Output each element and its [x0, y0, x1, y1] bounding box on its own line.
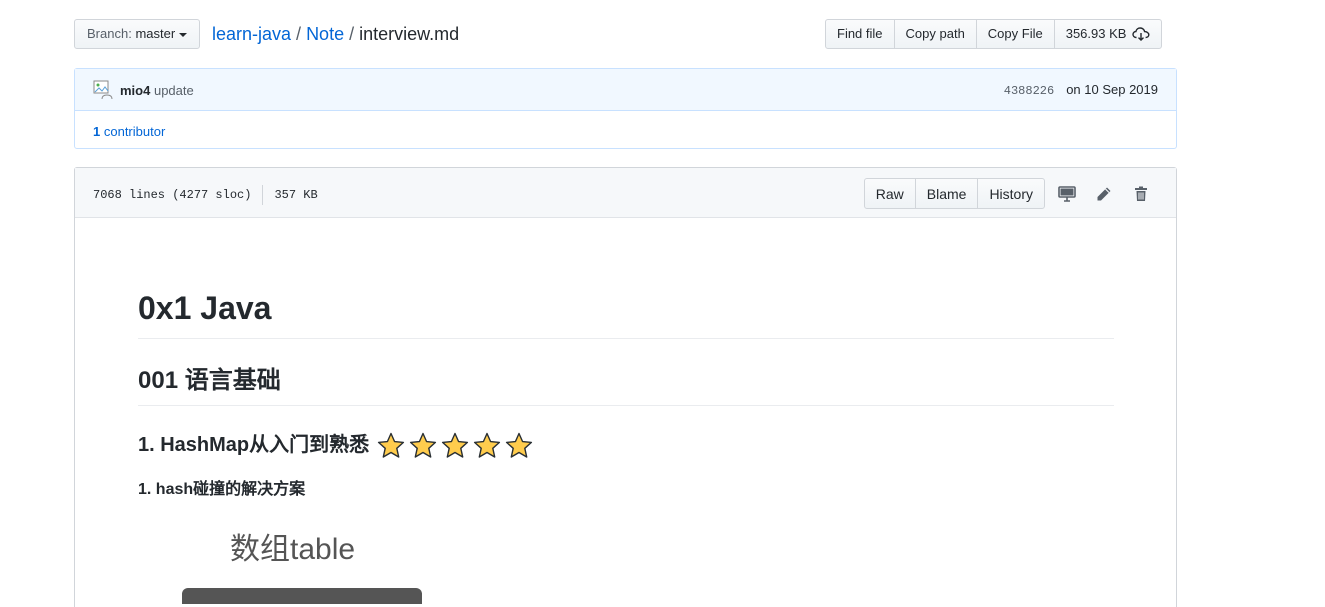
heading-3-text: 1. HashMap从入门到熟悉 [138, 434, 370, 456]
breadcrumb-separator: / [349, 24, 355, 44]
commit-header: mio4 update 4388226 on 10 Sep 2019 [75, 69, 1176, 111]
contributors-count: 1 [93, 124, 101, 139]
breadcrumb-repo-link[interactable]: learn-java [212, 24, 291, 44]
file-size: 357 KB [274, 188, 318, 202]
commit-message[interactable]: update [154, 83, 194, 98]
branch-prefix: Branch: [87, 26, 132, 41]
file-info-divider [262, 185, 264, 205]
heading-2: 001 语言基础 [138, 366, 1114, 406]
commit-summary: mio4 update [120, 83, 194, 99]
commit-tease: mio4 update 4388226 on 10 Sep 2019 1 cont… [74, 68, 1177, 149]
commit-sha-link[interactable]: 4388226 [1004, 84, 1054, 98]
file-viewer: 7068 lines (4277 sloc) 357 KB Raw Blame … [74, 167, 1177, 607]
file-navigation: Branch: master learn-java / Note / interview… [74, 19, 1177, 49]
avatar[interactable] [93, 80, 113, 100]
commit-meta: 4388226 on 10 Sep 2019 [1004, 82, 1158, 99]
hashmap-diagram-image: 数组table [178, 522, 438, 604]
heading-1: 0x1 Java [138, 288, 1114, 339]
breadcrumb-file-name: interview.md [359, 24, 460, 44]
star-rating [377, 432, 537, 459]
contributors-link[interactable]: 1 contributor [93, 124, 165, 139]
heading-3: 1. HashMap从入门到熟悉 [138, 430, 1114, 460]
heading-4: 1. hash碰撞的解决方案 [138, 481, 306, 498]
caret-down-icon [179, 32, 188, 37]
commit-author-link[interactable]: mio4 [120, 83, 150, 98]
file-nav-button-group: Find file Copy path Copy File 356.93 KB [825, 19, 1163, 49]
copy-file-button[interactable]: Copy File [975, 19, 1055, 49]
branch-name: master [135, 26, 176, 41]
file-action-button-group: Raw Blame History [863, 178, 1045, 209]
cloud-download-icon [1132, 27, 1150, 41]
breadcrumb-folder-link[interactable]: Note [306, 24, 344, 44]
markdown-body: 0x1 Java 001 语言基础 1. HashMap从入门到熟悉 1. ha… [138, 218, 1114, 604]
diagram-table-bar [182, 588, 422, 604]
file-info: 7068 lines (4277 sloc) 357 KB [93, 185, 318, 205]
star-icon [473, 432, 501, 459]
star-icon [377, 432, 405, 459]
breadcrumb: learn-java / Note / interview.md [212, 23, 459, 45]
file-size-label: 356.93 KB [1065, 26, 1127, 41]
diagram-label: 数组table [230, 533, 356, 566]
contributors-label: contributor [103, 124, 166, 139]
download-size-button[interactable]: 356.93 KB [1053, 19, 1163, 49]
star-icon [441, 432, 469, 459]
star-icon [409, 432, 437, 459]
star-icon [505, 432, 533, 459]
file-header: 7068 lines (4277 sloc) 357 KB Raw Blame … [75, 168, 1176, 218]
find-file-button[interactable]: Find file [825, 19, 895, 49]
pencil-icon[interactable] [1093, 183, 1115, 205]
copy-path-button[interactable]: Copy path [893, 19, 977, 49]
branch-select-button[interactable]: Branch: master [74, 19, 201, 49]
commit-date: on 10 Sep 2019 [1066, 82, 1158, 97]
history-button[interactable]: History [977, 178, 1045, 209]
file-line-count: 7068 lines (4277 sloc) [93, 188, 252, 202]
desktop-icon[interactable] [1056, 183, 1078, 205]
breadcrumb-separator: / [296, 24, 302, 44]
blame-button[interactable]: Blame [914, 178, 979, 209]
raw-button[interactable]: Raw [863, 178, 916, 209]
file-actions: Raw Blame History [863, 178, 1152, 209]
trash-icon[interactable] [1130, 183, 1152, 205]
